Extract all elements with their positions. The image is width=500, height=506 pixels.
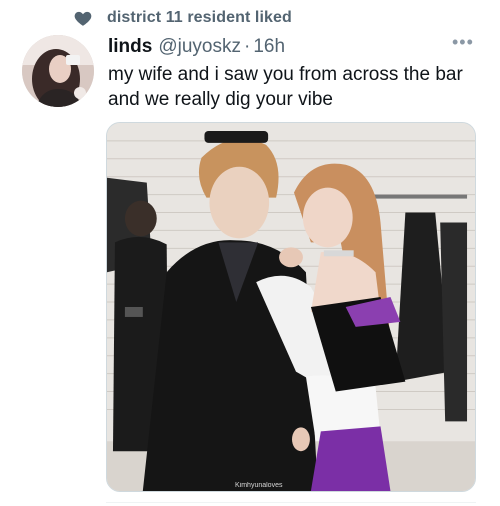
media-watermark: Kimhyunaloves: [235, 482, 283, 489]
heart-icon: [74, 11, 92, 26]
divider: [106, 502, 476, 503]
user-handle[interactable]: @juyoskz: [158, 36, 241, 58]
avatar[interactable]: [22, 35, 94, 107]
social-context-text[interactable]: district 11 resident liked: [107, 9, 292, 27]
tweet-text: my wife and i saw you from across the ba…: [108, 64, 463, 110]
social-context[interactable]: district 11 resident liked: [73, 7, 292, 29]
separator-dot: ·: [244, 36, 251, 57]
avatar-image: [22, 35, 94, 107]
tweet-media-image[interactable]: Kimhyunaloves: [106, 122, 476, 492]
tweet-header: linds @juyoskz · 16h: [108, 36, 285, 58]
more-options-button[interactable]: •••: [452, 33, 474, 51]
timestamp[interactable]: 16h: [253, 36, 285, 58]
ellipsis-icon: •••: [452, 32, 474, 52]
photo: [107, 123, 475, 491]
display-name[interactable]: linds: [108, 36, 152, 58]
